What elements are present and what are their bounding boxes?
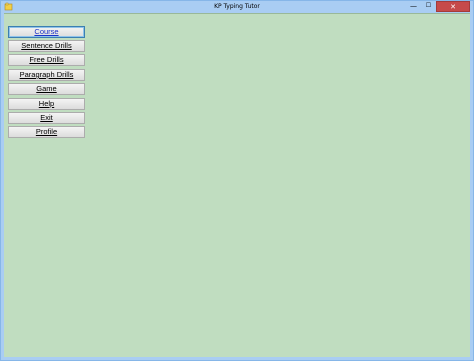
main-panel: Course Sentence Drills Free Drills Parag… xyxy=(4,13,470,357)
profile-button[interactable]: Profile xyxy=(8,126,85,138)
free-drills-button[interactable]: Free Drills xyxy=(8,54,85,66)
maximize-button[interactable]: ☐ xyxy=(421,1,436,12)
exit-button[interactable]: Exit xyxy=(8,112,85,124)
title-bar[interactable]: KP Typing Tutor — ☐ ✕ xyxy=(1,1,473,13)
game-button[interactable]: Game xyxy=(8,83,85,95)
paragraph-drills-button[interactable]: Paragraph Drills xyxy=(8,69,85,81)
close-button[interactable]: ✕ xyxy=(436,1,470,12)
course-button[interactable]: Course xyxy=(8,26,85,38)
help-button[interactable]: Help xyxy=(8,98,85,110)
minimize-button[interactable]: — xyxy=(406,1,421,12)
sentence-drills-button[interactable]: Sentence Drills xyxy=(8,40,85,52)
window-title: KP Typing Tutor xyxy=(214,3,260,10)
app-window: KP Typing Tutor — ☐ ✕ Course Sentence Dr… xyxy=(0,0,474,361)
